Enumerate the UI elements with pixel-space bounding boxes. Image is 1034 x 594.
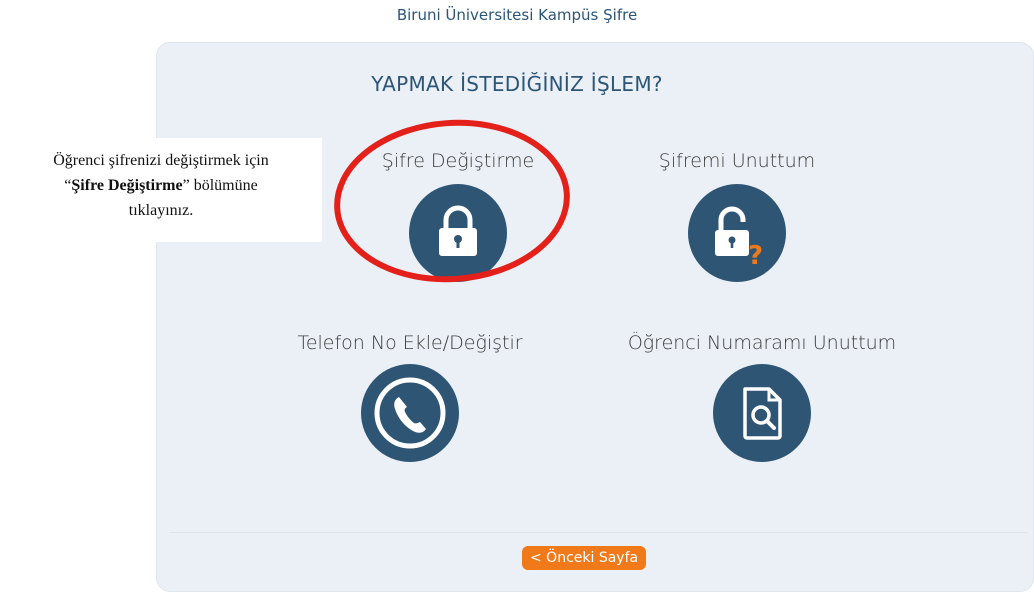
svg-text:?: ? [748, 241, 763, 271]
option-label[interactable]: Telefon No Ekle/Değiştir [260, 332, 560, 354]
phone-icon[interactable] [361, 364, 459, 462]
option-change-password[interactable]: Şifre Değiştirme [308, 150, 608, 282]
option-label[interactable]: Şifre Değiştirme [308, 150, 608, 172]
panel-question: YAPMAK İSTEDİĞİNİZ İŞLEM? [371, 72, 663, 96]
option-label[interactable]: Şifremi Unuttum [587, 150, 887, 172]
option-forgot-password[interactable]: Şifremi Unuttum ? [587, 150, 887, 282]
previous-page-button[interactable]: < Önceki Sayfa [522, 546, 647, 570]
instruction-line-1: Öğrenci şifrenizi değiştirmek için [53, 152, 269, 169]
document-search-icon[interactable] [713, 364, 811, 462]
instruction-bold-text: Şifre Değiştirme [71, 177, 183, 194]
unlock-question-icon[interactable]: ? [688, 184, 786, 282]
instruction-annotation: Öğrenci şifrenizi değiştirmek için “Şifr… [0, 138, 322, 242]
operation-panel [156, 42, 1034, 592]
option-student-number[interactable]: Öğrenci Numaramı Unuttum [612, 332, 912, 462]
footer-divider [170, 532, 1028, 533]
lock-icon[interactable] [409, 184, 507, 282]
instruction-line-3: tıklayınız. [128, 202, 194, 219]
option-label[interactable]: Öğrenci Numaramı Unuttum [612, 332, 912, 354]
instruction-line-2-rest: ” bölümüne [182, 177, 258, 194]
site-title: Biruni Üniversitesi Kampüs Şifre [396, 6, 638, 24]
option-phone[interactable]: Telefon No Ekle/Değiştir [260, 332, 560, 462]
